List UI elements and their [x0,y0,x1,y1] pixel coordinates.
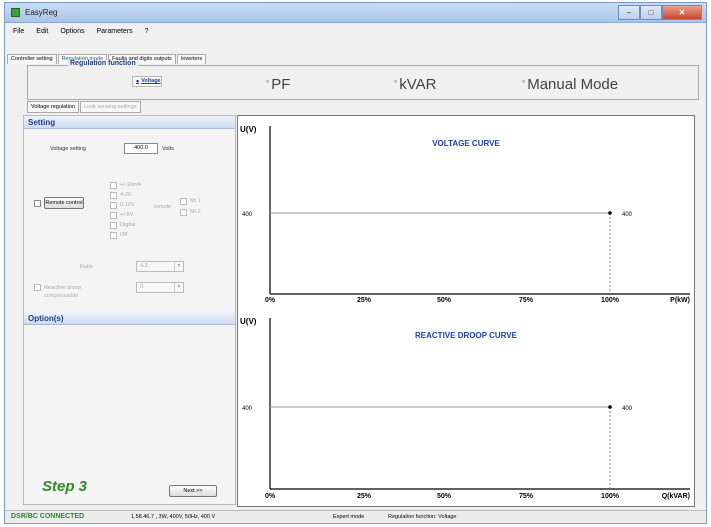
remote-option-label: Off [120,232,128,238]
title-bar: EasyReg – □ ✕ [5,3,706,23]
setting-header: Setting [24,116,235,129]
remote-control-checkbox[interactable] [34,200,41,207]
level-left-label: 400 [242,406,253,412]
menu-options[interactable]: Options [60,28,84,35]
app-icon [11,8,20,17]
menu-parameters[interactable]: Parameters [96,28,132,35]
remote-option-checkbox[interactable] [110,192,117,199]
next-button[interactable]: Next >> [169,485,217,497]
data-point [608,211,612,215]
remote-option-checkbox[interactable] [180,198,187,205]
radio-voltage[interactable]: • Voltage [132,76,162,87]
y-axis-label: U(V) [240,317,257,326]
chart-title: VOLTAGE CURVE [432,139,500,148]
tab-inverters[interactable]: Inverters [176,54,207,64]
menu-file[interactable]: File [13,28,24,35]
x-tick-label: 0% [265,493,276,500]
settings-panel: Setting Voltage setting 400.0 Volts Remo… [23,115,236,505]
reactive-droop-label: Reactive droop compensation [44,285,81,299]
ratio-select[interactable]: 4.3 ▼ [136,261,184,272]
remote-mid-label: remote [154,204,172,210]
app-window: EasyReg – □ ✕ File Edit Options Paramete… [4,2,707,524]
reactive-droop-select[interactable]: 0 ▼ [136,282,184,293]
remote-option-label: Mt 1 [190,198,201,204]
x-tick-label: 75% [519,297,534,304]
device-info: 1.58.46.7 , 3W, 400V, 50Hz, 400 V [131,514,216,520]
remote-option-checkbox[interactable] [110,212,117,219]
data-point [608,405,612,409]
remote-option-checkbox[interactable] [180,209,187,216]
regulation-legend: Regulation function [68,60,138,67]
mode-status: Expert mode [333,514,365,520]
sub-tabs: Voltage regulation Limit sensing setting… [27,101,142,113]
voltage-setting-input[interactable]: 400.0 [124,143,158,154]
x-tick-label: 0% [265,297,276,304]
regulation-status: Regulation function: Voltage [388,514,457,520]
window-title: EasyReg [25,8,58,17]
level-left-label: 400 [242,212,253,218]
chevron-down-icon: ▼ [174,283,183,292]
minimize-button[interactable]: – [618,5,640,20]
subtab-limit-sensing[interactable]: Limit sensing settings [80,101,141,113]
remote-option-label: Digital [120,222,136,228]
radio-manual-mode[interactable]: ◦ Manual Mode [522,76,618,93]
subtab-voltage-regulation[interactable]: Voltage regulation [27,101,80,113]
x-tick-label: 25% [357,493,372,500]
x-tick-label: 50% [437,297,452,304]
close-button[interactable]: ✕ [662,5,702,20]
remote-control-button[interactable]: Remote control [44,197,84,209]
regulation-function-group: Regulation function • Voltage ◦ PF ◦ kVAR ◦… [27,60,699,100]
voltage-setting-label: Voltage setting [50,146,87,152]
remote-option-label: 0-10V [120,202,135,208]
chart-title: REACTIVE DROOP CURVE [415,331,518,340]
x-tick-label: 25% [357,297,372,304]
status-bar: DSR/BC CONNECTED 1.58.46.7 , 3W, 400V, 5… [5,510,706,523]
ratio-label: Ratio [80,264,93,270]
radio-kvar[interactable]: ◦ kVAR [394,76,436,93]
remote-option-checkbox[interactable] [110,182,117,189]
remote-option-checkbox[interactable] [110,232,117,239]
x-tick-label: 75% [519,493,534,500]
remote-option-label: Mt 2 [190,209,201,215]
level-right-label: 400 [622,212,633,218]
level-right-label: 400 [622,406,633,412]
remote-option-checkbox[interactable] [110,222,117,229]
voltage-curve-chart: U(V) VOLTAGE CURVE 400 400 0% 25% 50% 75% 100% P(… [240,125,690,304]
x-axis-label: Q(kVAR) [662,493,690,500]
remote-option-checkbox[interactable] [110,202,117,209]
reactive-droop-chart: U(V) REACTIVE DROOP CURVE 400 400 0% 25% 50% 75… [240,317,690,500]
connection-status: DSR/BC CONNECTED [11,513,85,520]
voltage-unit: Volts [162,146,174,152]
remote-option-label: +/-10mA [120,182,141,188]
reactive-droop-checkbox[interactable] [34,284,41,291]
options-header: Option(s) [24,312,235,325]
x-axis-label: P(kW) [670,297,690,304]
x-tick-label: 100% [601,297,620,304]
y-axis-label: U(V) [240,125,257,134]
step-indicator: Step 3 [42,478,88,495]
menu-edit[interactable]: Edit [36,28,48,35]
tab-controller-setting[interactable]: Controller setting [7,54,57,64]
remote-option-label: 4-20 [120,192,132,198]
x-tick-label: 100% [601,493,620,500]
menu-bar: File Edit Options Parameters ? [5,24,706,38]
remote-option-label: +/-5V [120,212,134,218]
maximize-button[interactable]: □ [640,5,662,20]
menu-help[interactable]: ? [145,28,149,35]
chart-area: U(V) VOLTAGE CURVE 400 400 0% 25% 50% 75% 100% P(… [237,115,695,507]
radio-pf[interactable]: ◦ PF [266,76,290,93]
chevron-down-icon: ▼ [174,262,183,271]
x-tick-label: 50% [437,493,452,500]
